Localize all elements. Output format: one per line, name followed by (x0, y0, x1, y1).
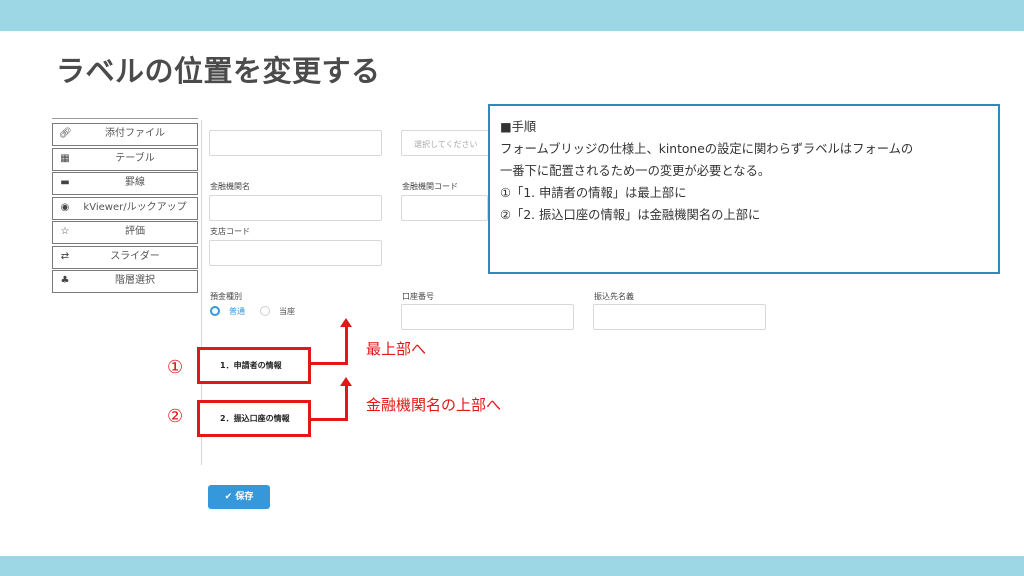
bank-name-label: 金融機関名 (210, 182, 250, 191)
bottom-band (0, 556, 1024, 576)
palette-item-label: 評価 (125, 226, 145, 237)
label-field-applicant-text: 1．申請者の情報 (220, 361, 282, 370)
account-number-input[interactable] (401, 304, 574, 330)
palette-top-edge (52, 118, 198, 121)
deposit-radio-ordinary[interactable] (210, 306, 220, 316)
bank-code-input[interactable] (401, 195, 488, 221)
label-field-transfer-account-text: 2．振込口座の情報 (220, 414, 290, 423)
palette-item-line[interactable]: ▬ 罫線 (52, 172, 198, 195)
palette-item-label: 添付ファイル (105, 128, 165, 139)
note-line-2: 一番下に配置されるため一の変更が必要となる。 (500, 164, 771, 178)
palette-item-label: 罫線 (125, 177, 145, 188)
connector-2-vertical (345, 385, 348, 421)
transfer-name-label: 振込先名義 (594, 292, 634, 301)
palette-item-label: テーブル (115, 152, 155, 164)
note-line-4: ②「2. 振込口座の情報」は金融機関名の上部に (500, 208, 761, 222)
palette-item-slider[interactable]: ⇄ スライダー (52, 245, 198, 269)
table-icon: ▦ (60, 152, 70, 164)
deposit-radio-current[interactable] (260, 306, 270, 316)
palette-item-hierarchy[interactable]: ♣ 階層選択 (52, 270, 198, 293)
select-dropdown[interactable]: 選択してください (401, 130, 501, 156)
field-palette: 🔗︎ 添付ファイル ▦ テーブル ▬ 罫線 ◉ kViewer/ルックアップ ☆… (52, 123, 198, 295)
callout-number-2: ② (167, 406, 184, 427)
connector-1-vertical (345, 326, 348, 365)
palette-item-label: スライダー (110, 250, 160, 262)
bank-code-label: 金融機関コード (402, 182, 458, 191)
transfer-name-input[interactable] (593, 304, 766, 330)
label-field-applicant[interactable]: 1．申請者の情報 (197, 347, 311, 384)
line-icon: ▬ (60, 177, 70, 188)
note-heading: ■手順 (500, 120, 537, 134)
note-move-to-top: 最上部へ (366, 340, 427, 358)
palette-item-table[interactable]: ▦ テーブル (52, 147, 198, 171)
top-band (0, 0, 1024, 31)
deposit-option-current: 当座 (279, 307, 295, 316)
note-line-3: ①「1. 申請者の情報」は最上部に (500, 186, 687, 200)
save-label: 保存 (235, 492, 254, 502)
palette-item-rating[interactable]: ☆ 評価 (52, 221, 198, 244)
slide-title: ラベルの位置を変更する (56, 54, 381, 88)
bank-name-input[interactable] (209, 195, 382, 221)
branch-code-input[interactable] (209, 240, 382, 266)
instruction-note: ■手順 フォームブリッジの仕様上、kintoneの設定に関わらずラベルはフォーム… (488, 104, 1000, 274)
text-input-top[interactable] (209, 130, 382, 156)
connector-1-horizontal (311, 362, 348, 365)
account-number-label: 口座番号 (402, 292, 434, 301)
save-button[interactable]: ✔ 保存 (208, 485, 270, 509)
palette-item-label: kViewer/ルックアップ (83, 201, 187, 213)
palette-item-attachment[interactable]: 🔗︎ 添付ファイル (52, 123, 198, 146)
deposit-type-label: 預金種別 (210, 292, 242, 301)
hierarchy-icon: ♣ (60, 275, 70, 286)
branch-code-label: 支店コード (210, 227, 250, 236)
paperclip-icon: 🔗︎ (59, 128, 72, 139)
callout-number-1: ① (167, 357, 184, 378)
arrow-up-icon (340, 318, 352, 327)
check-icon: ✔ (224, 492, 233, 502)
deposit-option-ordinary: 普通 (229, 307, 245, 316)
note-move-above-bank-name: 金融機関名の上部へ (366, 396, 502, 414)
swap-icon: ⇄ (60, 250, 70, 262)
star-icon: ☆ (60, 226, 70, 237)
connector-2-horizontal (311, 418, 348, 421)
palette-item-label: 階層選択 (115, 275, 155, 286)
label-field-transfer-account[interactable]: 2．振込口座の情報 (197, 400, 311, 437)
eye-icon: ◉ (60, 201, 70, 213)
note-line-1: フォームブリッジの仕様上、kintoneの設定に関わらずラベルはフォームの (500, 142, 914, 156)
palette-item-kviewer[interactable]: ◉ kViewer/ルックアップ (52, 196, 198, 220)
arrow-up-icon (340, 377, 352, 386)
select-placeholder: 選択してください (414, 140, 478, 149)
